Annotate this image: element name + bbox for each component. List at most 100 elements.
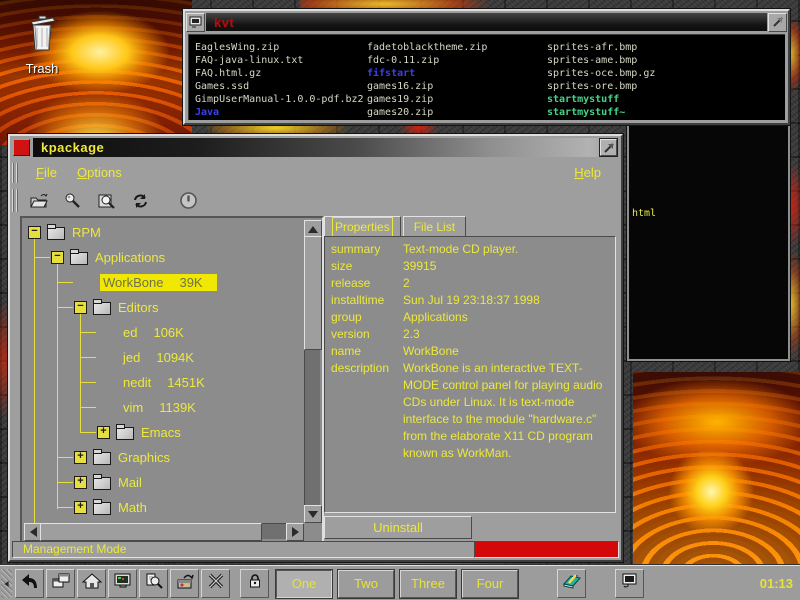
maximize-button[interactable] — [600, 139, 617, 156]
window-menu-button[interactable] — [13, 139, 30, 156]
tree-item-graphics[interactable]: +Graphics — [24, 445, 304, 470]
window-menu-button[interactable] — [186, 13, 205, 32]
search-button[interactable] — [60, 189, 85, 213]
tree-item-workbone[interactable]: WorkBone39K — [24, 270, 304, 295]
package-tree[interactable]: −RPM−ApplicationsWorkBone39K − Editors ed10… — [24, 220, 304, 523]
exit-button[interactable] — [176, 189, 201, 213]
desktop-button-three[interactable]: Three — [400, 570, 456, 598]
lock-button[interactable] — [240, 569, 269, 598]
uninstall-button[interactable]: Uninstall — [324, 516, 472, 539]
notes-button[interactable] — [557, 569, 586, 598]
open-folder-button[interactable] — [26, 189, 51, 213]
tree-expander[interactable]: + — [74, 476, 87, 489]
find-files-icon — [144, 572, 164, 595]
tree-item-math[interactable]: +Math — [24, 495, 304, 520]
desktop-tool-button[interactable] — [170, 569, 199, 598]
trash-desktop-icon[interactable]: Trash — [12, 14, 72, 76]
menu-options[interactable]: Options — [67, 163, 132, 182]
menubar: File Options Help — [10, 160, 621, 185]
home-button[interactable] — [77, 569, 106, 598]
menu-file[interactable]: File — [26, 163, 67, 182]
property-value: 2 — [403, 275, 611, 292]
property-value: Sun Jul 19 23:18:37 1998 — [403, 292, 611, 309]
desktop-button-two[interactable]: Two — [338, 570, 394, 598]
menu-help[interactable]: Help — [564, 163, 611, 182]
tree-item-ed[interactable]: ed106K — [24, 320, 304, 345]
folder-icon — [116, 427, 134, 440]
refresh-icon — [131, 192, 150, 210]
kvt-terminal-window[interactable]: kvt EaglesWing.zipfadetoblacktheme.zipsp… — [183, 9, 790, 125]
tree-expander[interactable]: + — [74, 451, 87, 464]
file-name: sprites-afr.bmp — [547, 41, 637, 54]
scroll-down-button[interactable] — [304, 505, 322, 523]
menubar-drag-handle[interactable] — [12, 163, 20, 183]
tree-expander[interactable]: + — [97, 426, 110, 439]
x-utility-icon — [206, 572, 226, 595]
window-list-button[interactable] — [46, 569, 75, 598]
kvt-titlebar[interactable]: kvt — [186, 12, 787, 32]
scrollbar-thumb[interactable] — [304, 236, 322, 350]
tab-label: File List — [414, 220, 455, 234]
property-value: 39915 — [403, 258, 611, 275]
tree-item-rpm[interactable]: −RPM — [24, 220, 304, 245]
taskbar-clock: 01:13 — [760, 576, 793, 591]
exit-icon — [179, 191, 198, 210]
k-menu-arrow-button[interactable] — [15, 569, 44, 598]
file-name: games16.zip — [367, 80, 547, 93]
tree-expander[interactable]: − — [51, 251, 64, 264]
tab-file-list[interactable]: File List — [403, 216, 466, 237]
kvt-title-area[interactable]: kvt — [206, 13, 767, 31]
property-value: 2.3 — [403, 326, 611, 343]
terminal-icon — [620, 572, 640, 595]
property-row: nameWorkBone — [331, 343, 611, 360]
find-package-button[interactable] — [94, 189, 119, 213]
scrollbar-thumb[interactable] — [40, 523, 262, 541]
x-utility-button[interactable] — [201, 569, 230, 598]
desktop-button-four[interactable]: Four — [462, 570, 518, 598]
terminal-icon — [189, 16, 202, 28]
property-value: Applications — [403, 309, 611, 326]
kpackage-title-area[interactable]: kpackage — [33, 138, 619, 157]
scroll-right-button[interactable] — [286, 523, 304, 541]
terminal-row: Games.ssdgames16.zipsprites-ore.bmp — [195, 80, 785, 93]
horizontal-scrollbar[interactable] — [24, 523, 304, 539]
tree-item-label: nedit1451K — [123, 375, 205, 390]
tree-item-vim[interactable]: vim1139K — [24, 395, 304, 420]
find-files-button[interactable] — [139, 569, 168, 598]
panel-hide-button[interactable] — [1, 569, 12, 598]
tree-item-mail[interactable]: +Mail — [24, 470, 304, 495]
package-detail-panel: PropertiesFile List summaryText-mode CD … — [324, 216, 616, 539]
tree-expander[interactable]: − — [74, 301, 87, 314]
maximize-icon — [772, 16, 784, 28]
tree-expander[interactable]: − — [28, 226, 41, 239]
tab-label: Properties — [335, 220, 390, 234]
tree-item-label: Emacs — [141, 425, 181, 440]
maximize-button[interactable] — [768, 13, 787, 32]
file-name: Java — [195, 106, 367, 119]
tree-expander[interactable]: + — [74, 501, 87, 514]
terminal-row: GimpUserManual-1.0.0-pdf.bz2games19.zips… — [195, 93, 785, 106]
tree-item-editors[interactable]: − Editors — [24, 295, 304, 320]
tree-item-nedit[interactable]: nedit1451K — [24, 370, 304, 395]
desktop-button-one[interactable]: One — [276, 570, 332, 598]
kpackage-window[interactable]: kpackage File Options Help — [8, 134, 623, 562]
tree-item-jed[interactable]: jed1094K — [24, 345, 304, 370]
file-name: fifstart — [367, 67, 547, 80]
kpackage-titlebar[interactable]: kpackage — [12, 138, 619, 157]
search-icon — [64, 192, 82, 210]
tree-item-emacs[interactable]: + Emacs — [24, 420, 304, 445]
main-area: −RPM−ApplicationsWorkBone39K−Editorsed10… — [12, 216, 619, 539]
tree-item-applications[interactable]: −Applications — [24, 245, 304, 270]
toolbar-drag-handle[interactable] — [12, 189, 20, 212]
vertical-scrollbar[interactable] — [304, 220, 320, 523]
terminal-button[interactable] — [615, 569, 644, 598]
tab-properties[interactable]: Properties — [324, 216, 401, 237]
refresh-button[interactable] — [128, 189, 153, 213]
property-key: installtime — [331, 292, 403, 309]
display-button[interactable] — [108, 569, 137, 598]
file-name: games19.zip — [367, 93, 547, 106]
tree-item-label: Editors — [118, 300, 158, 315]
file-name: sprites-ame.bmp — [547, 54, 637, 67]
terminal-output[interactable]: EaglesWing.zipfadetoblacktheme.zipsprite… — [188, 34, 785, 120]
terminal-row: FAQ.html.gzfifstartsprites-oce.bmp.gz — [195, 67, 785, 80]
